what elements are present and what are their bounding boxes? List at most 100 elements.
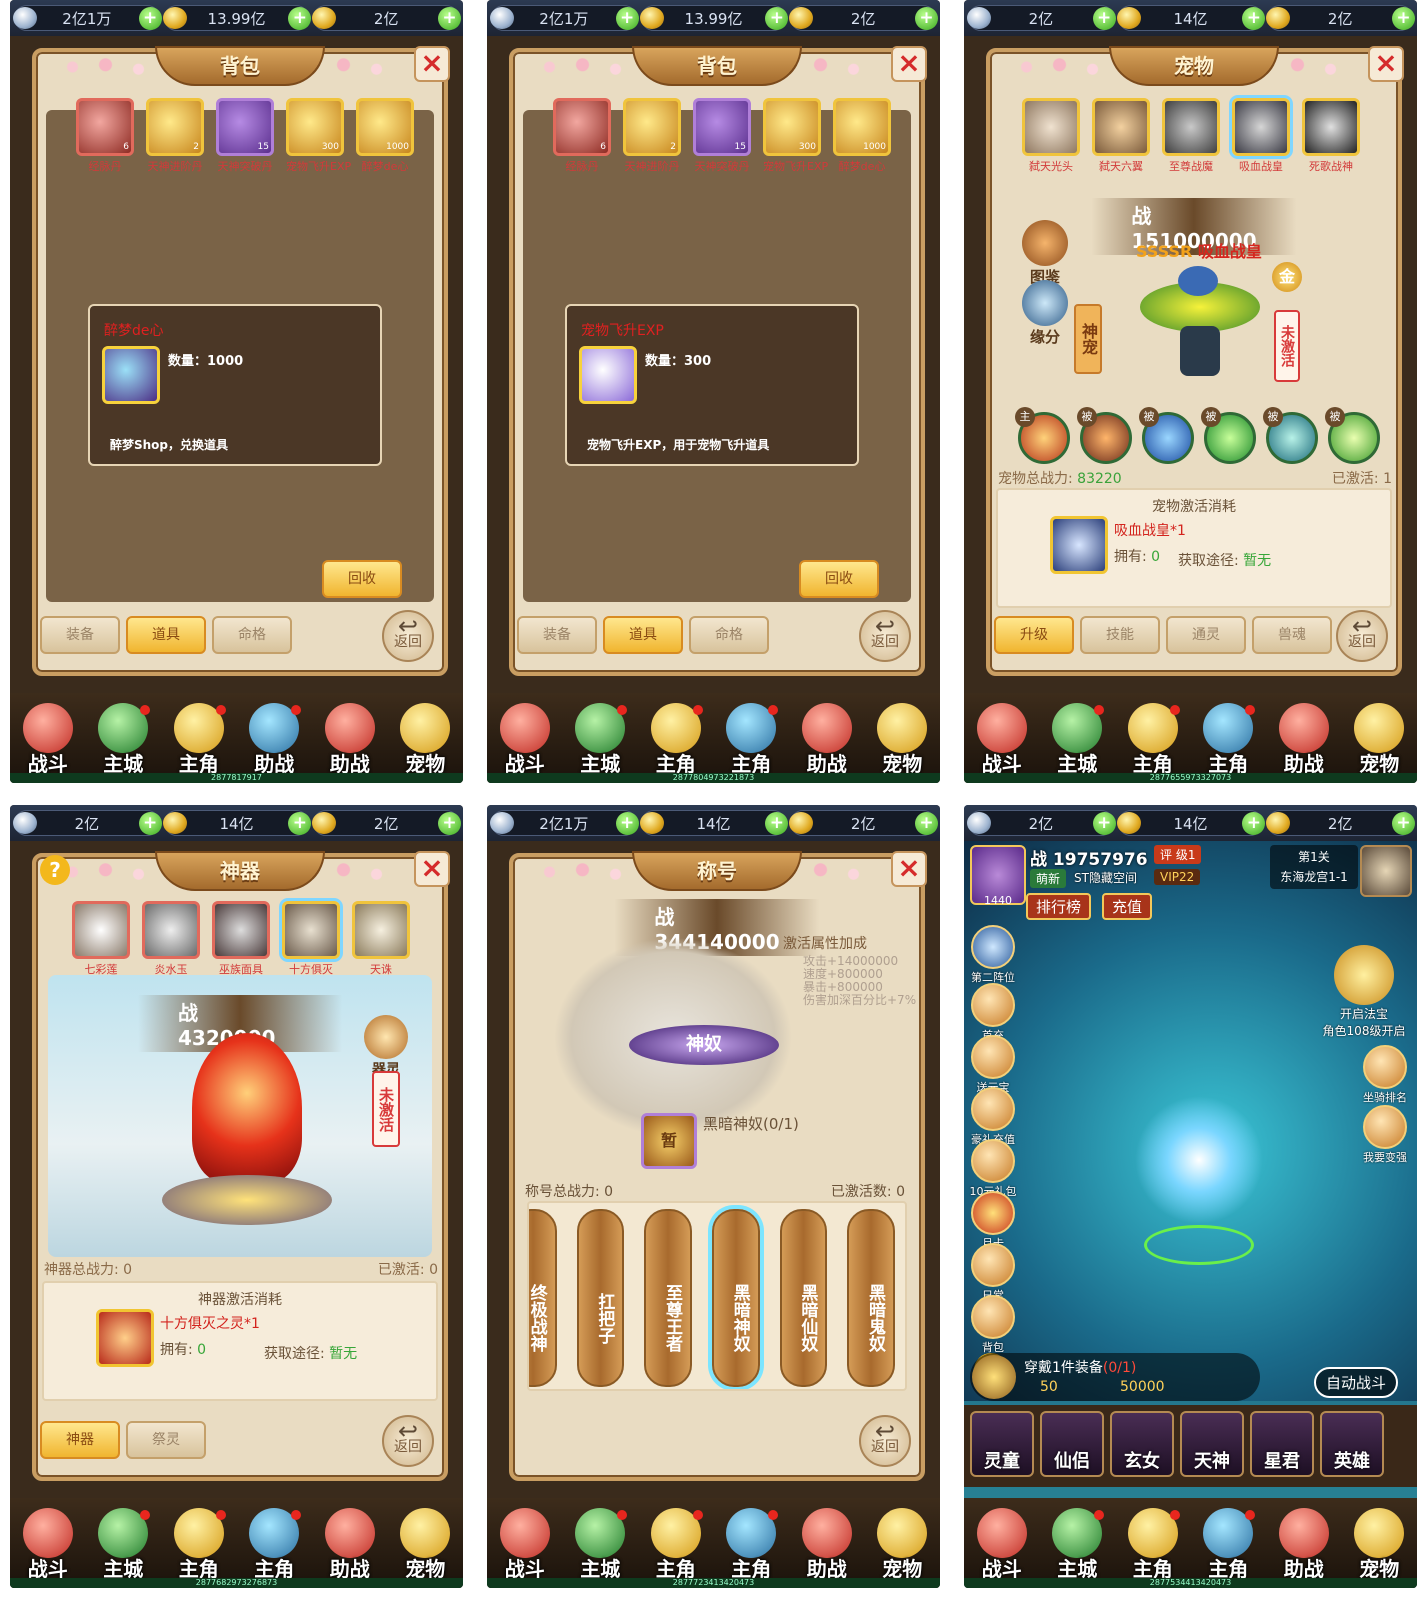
pet-slot[interactable]: 弑天六翼 xyxy=(1092,98,1150,174)
nav-hero[interactable]: 主角 xyxy=(1120,703,1186,777)
tab-fate[interactable]: 命格 xyxy=(212,616,292,654)
back-button[interactable]: 返回 xyxy=(859,1401,911,1467)
tab-upgrade[interactable]: 升级 xyxy=(994,616,1074,654)
nav-pet[interactable]: 宠物 xyxy=(392,703,458,777)
nav-assist[interactable]: 助战 xyxy=(1271,1508,1337,1582)
side-button[interactable]: 10元礼包 xyxy=(968,1139,1018,1199)
side-button[interactable]: 豪礼充值 xyxy=(968,1087,1018,1147)
add-gem-button[interactable]: + xyxy=(1392,7,1416,30)
close-button[interactable]: × xyxy=(414,46,450,82)
hero-slot[interactable]: 星君 xyxy=(1250,1411,1314,1477)
spirit-button[interactable]: 器灵 xyxy=(362,1015,410,1079)
back-button[interactable]: 返回 xyxy=(859,596,911,662)
side-button[interactable]: 日常 xyxy=(968,1243,1018,1303)
item-slot[interactable]: 1000 醉梦de心 xyxy=(833,98,891,174)
nav-battle[interactable]: 战斗 xyxy=(492,1508,558,1582)
nav-pet[interactable]: 宠物 xyxy=(869,703,935,777)
tab-items[interactable]: 道具 xyxy=(126,616,206,654)
pet-slot[interactable]: 吸血战皇 xyxy=(1232,98,1290,174)
nav-assist-2[interactable]: 助战 xyxy=(317,703,383,777)
nav-assist[interactable]: 助战 xyxy=(317,1508,383,1582)
nav-battle[interactable]: 战斗 xyxy=(969,1508,1035,1582)
nav-city[interactable]: 主城 xyxy=(1044,703,1110,777)
artifact-unlock[interactable]: 开启法宝 角色108级开启 xyxy=(1314,945,1414,1039)
item-slot[interactable]: 300 宠物飞升EXP xyxy=(763,98,828,174)
item-slot[interactable]: 15 天神突破丹 xyxy=(216,98,274,174)
pet-slot[interactable]: 弑天光头 xyxy=(1022,98,1080,174)
title-scroll[interactable]: 至尊王者 xyxy=(644,1209,693,1387)
add-gem-button[interactable]: + xyxy=(915,7,939,30)
add-gem-button[interactable]: + xyxy=(1392,812,1416,835)
add-ingot-button[interactable]: + xyxy=(288,812,312,835)
add-silver-button[interactable]: + xyxy=(615,812,639,835)
nav-battle[interactable]: 战斗 xyxy=(15,703,81,777)
skill-fire-icon[interactable]: 主 xyxy=(1015,407,1070,464)
add-gem-button[interactable]: + xyxy=(438,7,462,30)
get-stronger-button[interactable]: 我要变强 xyxy=(1360,1105,1410,1165)
back-button[interactable]: 返回 xyxy=(382,1401,434,1467)
help-icon[interactable]: ? xyxy=(40,855,70,885)
close-button[interactable]: × xyxy=(891,851,927,887)
tab-artifact[interactable]: 神器 xyxy=(40,1421,120,1459)
back-button[interactable]: 返回 xyxy=(382,596,434,662)
close-button[interactable]: × xyxy=(1368,46,1404,82)
artifact-slot[interactable]: 天诛 xyxy=(352,901,410,977)
nav-assist[interactable]: 助战 xyxy=(794,703,860,777)
mount-rank-button[interactable]: 坐骑排名 xyxy=(1360,1045,1410,1105)
nav-city[interactable]: 主城 xyxy=(90,703,156,777)
nav-hero-2[interactable]: 主角 xyxy=(718,703,784,777)
add-silver-button[interactable]: + xyxy=(1092,7,1116,30)
item-slot[interactable]: 6 经脉丹 xyxy=(76,98,134,174)
cost-item-icon[interactable] xyxy=(96,1309,154,1367)
nav-pet[interactable]: 宠物 xyxy=(1346,703,1412,777)
add-ingot-button[interactable]: + xyxy=(288,7,312,30)
fate-button[interactable]: 缘分 xyxy=(1020,280,1070,347)
tab-fate[interactable]: 命格 xyxy=(689,616,769,654)
item-slot[interactable]: 1000 醉梦de心 xyxy=(356,98,414,174)
hero-slot[interactable]: 天神 xyxy=(1180,1411,1244,1477)
nav-hero[interactable]: 主角 xyxy=(166,1508,232,1582)
back-button[interactable]: 返回 xyxy=(1336,596,1388,662)
nav-hero-2[interactable]: 主角 xyxy=(1195,703,1261,777)
nav-hero-2[interactable]: 主角 xyxy=(1195,1508,1261,1582)
nav-assist[interactable]: 助战 xyxy=(1271,703,1337,777)
add-gem-button[interactable]: + xyxy=(438,812,462,835)
nav-battle[interactable]: 战斗 xyxy=(969,703,1035,777)
tab-beast-soul[interactable]: 兽魂 xyxy=(1252,616,1332,654)
tab-items[interactable]: 道具 xyxy=(603,616,683,654)
nav-battle[interactable]: 战斗 xyxy=(15,1508,81,1582)
title-item-icon[interactable]: 暂 xyxy=(641,1113,697,1169)
leaderboard-button[interactable]: 排行榜 xyxy=(1026,893,1092,920)
pet-slot[interactable]: 死歌战神 xyxy=(1302,98,1360,174)
skill-chain-icon[interactable]: 被 xyxy=(1263,407,1318,464)
title-scroll[interactable]: 黑暗鬼奴 xyxy=(847,1209,896,1387)
auto-battle-button[interactable]: 自动战斗 xyxy=(1314,1367,1399,1398)
quest-tracker[interactable]: 穿戴1件装备(0/1) 50 50000 xyxy=(970,1353,1260,1401)
add-silver-button[interactable]: + xyxy=(138,812,162,835)
add-gem-button[interactable]: + xyxy=(915,812,939,835)
nav-assist[interactable]: 助战 xyxy=(241,703,307,777)
title-scroll[interactable]: 扛把子 xyxy=(576,1209,625,1387)
title-scroll[interactable]: 黑暗仙奴 xyxy=(779,1209,828,1387)
item-slot[interactable]: 2 天神进阶丹 xyxy=(146,98,204,174)
nav-hero[interactable]: 主角 xyxy=(166,703,232,777)
pet-slot[interactable]: 至尊战魔 xyxy=(1162,98,1220,174)
skill-shield-icon[interactable]: 被 xyxy=(1139,407,1194,464)
item-slot[interactable]: 300 宠物飞升EXP xyxy=(286,98,351,174)
hero-slot[interactable]: 仙侣 xyxy=(1040,1411,1104,1477)
item-slot[interactable]: 2 天神进阶丹 xyxy=(623,98,681,174)
nav-hero[interactable]: 主角 xyxy=(643,703,709,777)
add-ingot-button[interactable]: + xyxy=(765,812,789,835)
skill-cross-icon[interactable]: 被 xyxy=(1077,407,1132,464)
nav-hero[interactable]: 主角 xyxy=(1120,1508,1186,1582)
artifact-slot[interactable]: 七彩莲 xyxy=(72,901,130,977)
hero-slot[interactable]: 英雄 xyxy=(1320,1411,1384,1477)
nav-city[interactable]: 主城 xyxy=(567,703,633,777)
add-ingot-button[interactable]: + xyxy=(1242,812,1266,835)
recycle-button[interactable]: 回收 xyxy=(322,560,402,598)
nav-pet[interactable]: 宠物 xyxy=(392,1508,458,1582)
skill-heal-icon[interactable]: 被 xyxy=(1201,407,1256,464)
nav-assist[interactable]: 助战 xyxy=(794,1508,860,1582)
nav-hero-2[interactable]: 主角 xyxy=(718,1508,784,1582)
close-button[interactable]: × xyxy=(891,46,927,82)
